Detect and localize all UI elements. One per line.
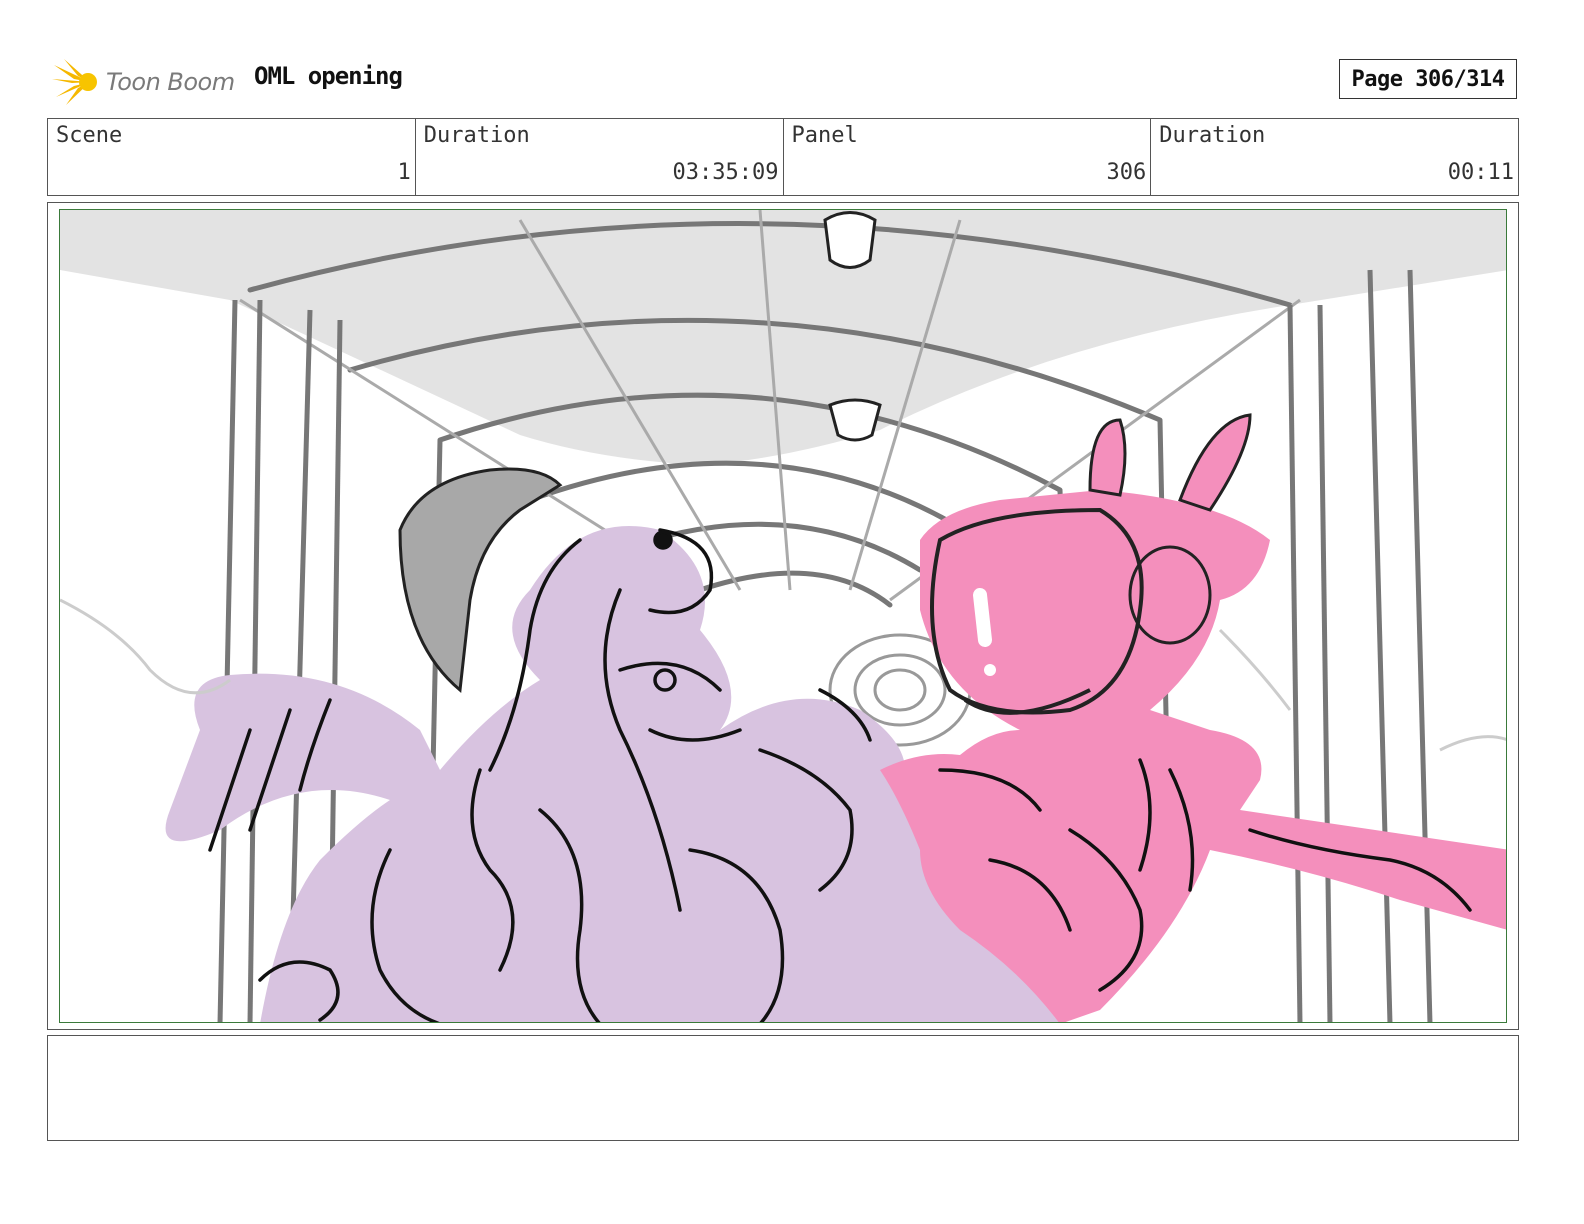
panel-info-grid: Scene 1 Duration 03:35:09 Panel 306 Dura… [47, 118, 1519, 196]
scene-duration-value: 03:35:09 [672, 160, 779, 185]
logo-text: Toon Boom [106, 68, 235, 96]
starburst-icon [52, 59, 97, 105]
panel-cell: Panel 306 [784, 119, 1152, 195]
panel-value: 306 [1106, 160, 1147, 185]
sketch-drawing [60, 210, 1506, 1022]
scene-duration-label: Duration [423, 123, 530, 148]
panel-notes-box [47, 1035, 1519, 1141]
panel-duration-label: Duration [1159, 123, 1266, 148]
panel-label: Panel [791, 123, 858, 148]
panel-duration-value: 00:11 [1447, 160, 1514, 185]
scene-label: Scene [56, 123, 123, 148]
project-title: OML opening [254, 62, 403, 90]
toon-boom-logo: Toon Boom [52, 54, 242, 110]
page-indicator: Page 306/314 [1339, 59, 1517, 99]
panel-duration-cell: Duration 00:11 [1151, 119, 1518, 195]
scene-cell: Scene 1 [48, 119, 416, 195]
scene-value: 1 [397, 160, 411, 185]
storyboard-panel-drawing [59, 209, 1507, 1023]
scene-duration-cell: Duration 03:35:09 [416, 119, 784, 195]
